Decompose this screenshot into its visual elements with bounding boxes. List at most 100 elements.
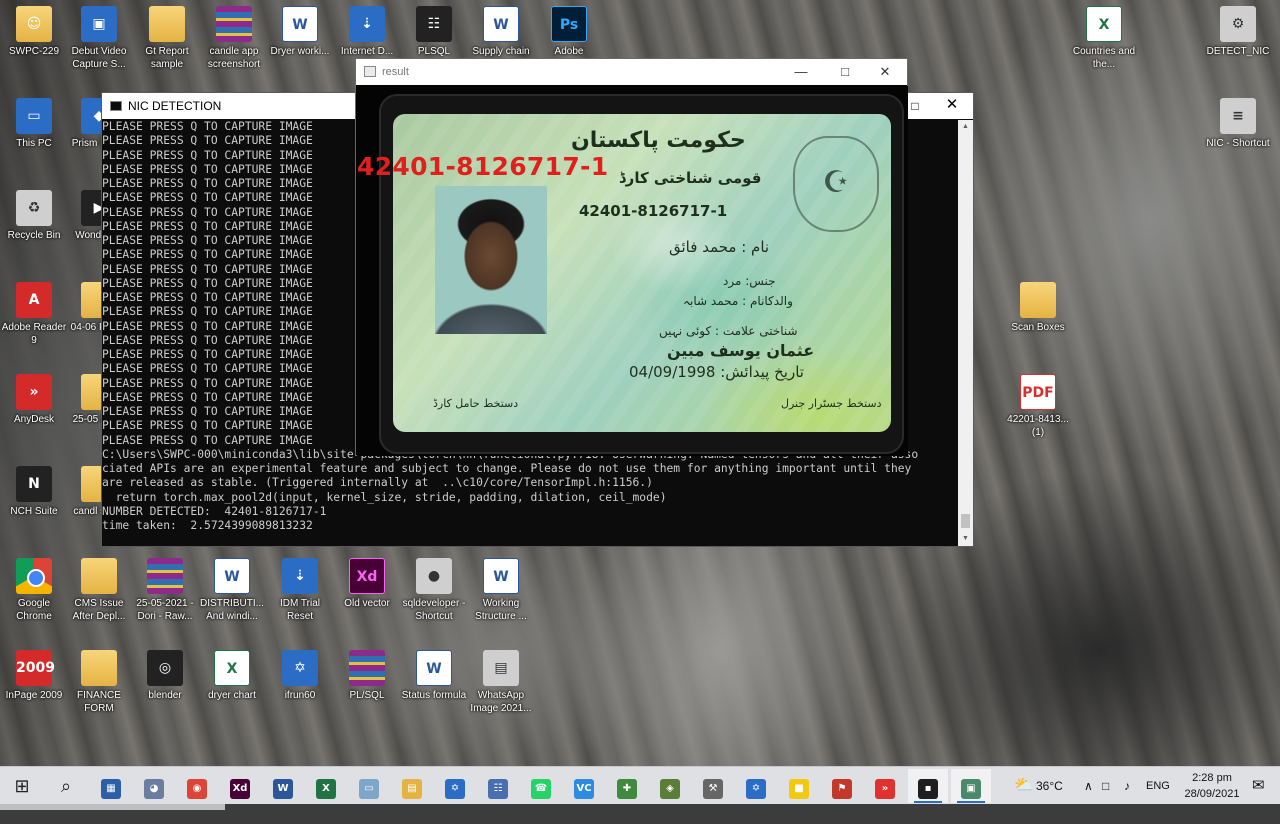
taskbar-app-paint[interactable]: ◕ [134, 769, 174, 803]
taskbar-app-chrome[interactable]: ◉ [177, 769, 217, 803]
desktop-icon[interactable]: ◎ blender [131, 650, 199, 702]
desktop-icon[interactable]: Scan Boxes [1004, 282, 1072, 334]
word-icon: W [483, 558, 519, 594]
screen-bottom-bar [0, 804, 1280, 824]
maximize-icon[interactable]: □ [905, 93, 925, 119]
desktop-icon-label: Adobe [554, 46, 584, 57]
desktop-icon[interactable]: X Countries and the... [1070, 6, 1138, 71]
desktop-icon[interactable]: ⇣ Internet D... [333, 6, 401, 58]
temperature[interactable]: 36°C [1036, 767, 1063, 805]
desktop-icon-label: FINANCE FORM [77, 690, 121, 714]
desktop-icon[interactable]: Gt Report sample [133, 6, 201, 71]
desktop-icon[interactable]: W Dryer worki... [266, 6, 334, 58]
desktop-icon[interactable]: N NCH Suite [0, 466, 68, 518]
desktop-icon-label: Gt Report sample [145, 46, 189, 70]
desktop-icon[interactable]: ▣ Debut Video Capture S... [65, 6, 133, 71]
desktop-icon[interactable]: 2009 InPage 2009 [0, 650, 68, 702]
taskbar-app-anydesk[interactable]: » [865, 769, 905, 803]
scroll-up-icon[interactable]: ▲ [958, 120, 973, 134]
taskbar-app-xd[interactable]: Xd [220, 769, 260, 803]
gray-icon: ▤ [483, 650, 519, 686]
desktop-icon[interactable]: Xd Old vector [333, 558, 401, 610]
search-button[interactable]: ⌕ [46, 769, 86, 803]
taskbar-app-cmd[interactable]: ▪ [908, 769, 948, 803]
desktop-icon-label: IDM Trial Reset [280, 598, 320, 622]
desktop-icon-label: AnyDesk [13, 414, 54, 425]
cmd-icon [110, 101, 122, 111]
desktop-icon-label: Working Structure ... [475, 598, 527, 622]
taskbar-app-plsql[interactable]: ✚ [607, 769, 647, 803]
desktop-icon[interactable]: ▤ WhatsApp Image 2021... [467, 650, 535, 715]
desktop-icon-label: WhatsApp Image 2021... [470, 690, 532, 714]
notification-icon[interactable]: ✉ [1252, 767, 1265, 805]
close-button[interactable]: ✕ [937, 93, 967, 119]
network-icon[interactable]: □ [1102, 767, 1109, 805]
desktop-icon[interactable]: Ps Adobe [535, 6, 603, 58]
taskbar-app-ifrun2[interactable]: ✡ [736, 769, 776, 803]
taskbar-app-calculator[interactable]: ▦ [91, 769, 131, 803]
language-indicator[interactable]: ENG [1146, 767, 1170, 805]
result-window[interactable]: result — □ ✕ ☪ حکومت پاکستان قومی شناختی… [355, 58, 908, 456]
taskbar-app-sticky-notes[interactable]: ■ [779, 769, 819, 803]
desktop-icon[interactable]: ☷ PLSQL [400, 6, 468, 58]
desktop-icon[interactable]: W Status formula [400, 650, 468, 702]
desktop-icon[interactable]: CMS Issue After Depl... [65, 558, 133, 623]
desktop-icon[interactable]: ♻ Recycle Bin [0, 190, 68, 242]
show-hidden-icons-icon[interactable]: ∧ [1084, 767, 1093, 805]
folder-icon: ☺ [16, 6, 52, 42]
pdf-icon: PDF [1020, 374, 1056, 410]
maximize-button[interactable]: □ [825, 59, 865, 85]
taskbar-app-result-app[interactable]: ▣ [951, 769, 991, 803]
taskbar-app-explorer[interactable]: ▤ [392, 769, 432, 803]
minimize-button[interactable]: — [781, 59, 821, 85]
desktop-icon[interactable]: W DISTRIBUTI... And windi... [198, 558, 266, 623]
desktop-icon[interactable]: 25-05-2021 - Dori - Raw... [131, 558, 199, 623]
desktop-icon-label: Countries and the... [1072, 46, 1136, 70]
desktop-icon[interactable]: W Supply chain [467, 6, 535, 58]
taskbar-app-whatsapp[interactable]: ☎ [521, 769, 561, 803]
desktop-icon[interactable]: » AnyDesk [0, 374, 68, 426]
taskbar: ⊞ ⌕ ▦ ◕ ◉ Xd W X ▭ ▤ ✡ ☷ ☎ VC ✚ ◈ ⚒ ✡ ■ ⚑ » ▪ ▣ ⛅ 36°C ∧ □ ♪… [0, 766, 1280, 804]
desktop-icon[interactable]: A Adobe Reader 9 [0, 282, 68, 347]
taskbar-app-word[interactable]: W [263, 769, 303, 803]
desktop-icon-label: Internet D... [340, 46, 394, 57]
desktop-icon[interactable]: ≡ NIC - Shortcut [1204, 98, 1272, 150]
search-icon: ⌕ [60, 776, 72, 796]
taskbar-app-ifrun[interactable]: ✡ [435, 769, 475, 803]
taskbar-app-flag-app[interactable]: ⚑ [822, 769, 862, 803]
desktop-icon[interactable]: W Working Structure ... [467, 558, 535, 623]
desktop-icon[interactable]: ● sqldeveloper - Shortcut [400, 558, 468, 623]
card-identification-mark: شناختی علامت : کوئی نہیں [659, 324, 798, 338]
taskbar-app-installer[interactable]: ◈ [650, 769, 690, 803]
desktop-icon[interactable]: PL/SQL [333, 650, 401, 702]
desktop-icon[interactable]: ✡ ifrun60 [266, 650, 334, 702]
start-button[interactable]: ⊞ [2, 769, 42, 803]
taskbar-app-vscode[interactable]: VC [564, 769, 604, 803]
desktop-icon[interactable]: ⇣ IDM Trial Reset [266, 558, 334, 623]
desktop-icon[interactable]: Xdryer chart [198, 650, 266, 702]
plsql-icon: ✚ [617, 779, 637, 799]
blue-icon: ⇣ [349, 6, 385, 42]
taskbar-app-network[interactable]: ☷ [478, 769, 518, 803]
result-titlebar[interactable]: result — □ ✕ [356, 59, 907, 85]
nic-detection-title: NIC DETECTION [128, 99, 222, 113]
clock[interactable]: 2:28 pm 28/09/2021 [1172, 770, 1252, 802]
scroll-down-icon[interactable]: ▼ [958, 532, 973, 546]
desktop-icon[interactable]: Google Chrome [0, 558, 68, 623]
desktop-icon[interactable]: PDF 42201-8413... (1) [1004, 374, 1072, 439]
scrollbar-thumb[interactable] [961, 514, 970, 528]
console-scrollbar[interactable]: ▲ ▼ [958, 120, 973, 546]
taskbar-app-notepad[interactable]: ▭ [349, 769, 389, 803]
desktop-icon[interactable]: ☺ SWPC-229 [0, 6, 68, 58]
weather-icon[interactable]: ⛅ [1014, 767, 1034, 805]
taskbar-app-tools[interactable]: ⚒ [693, 769, 733, 803]
desktop-icon[interactable]: FINANCE FORM [65, 650, 133, 715]
desktop-icon[interactable]: candle app screenshort [200, 6, 268, 71]
desktop-icon[interactable]: ⚙ DETECT_NIC [1204, 6, 1272, 58]
desktop-icon[interactable]: ▭ This PC [0, 98, 68, 150]
desktop-icon-label: This PC [16, 138, 52, 149]
red-icon: » [16, 374, 52, 410]
volume-icon[interactable]: ♪ [1124, 767, 1130, 805]
taskbar-app-excel[interactable]: X [306, 769, 346, 803]
close-button[interactable]: ✕ [865, 59, 905, 85]
